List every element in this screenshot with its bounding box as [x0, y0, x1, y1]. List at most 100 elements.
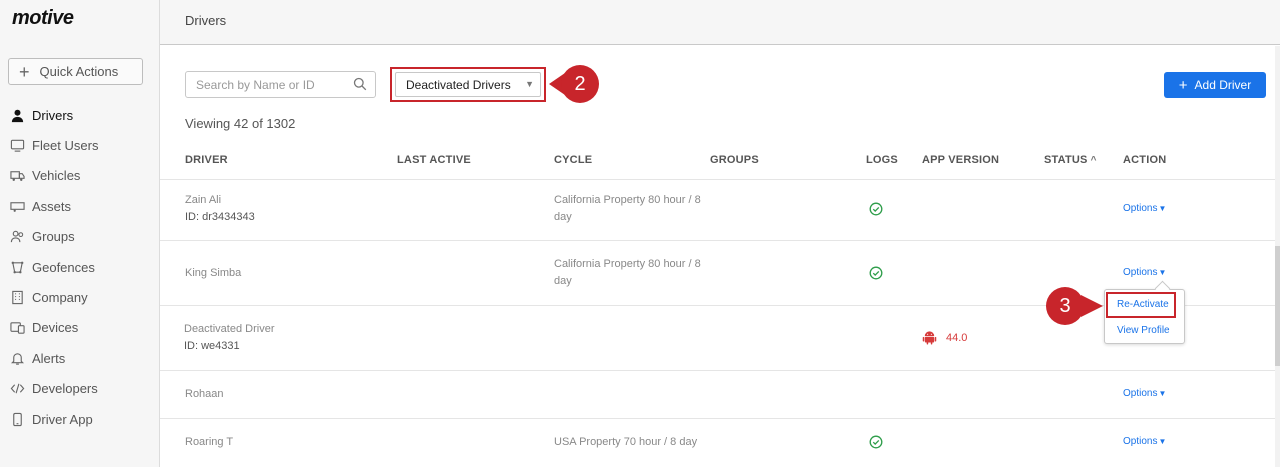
devices-icon	[9, 320, 25, 336]
cycle-cell: California Property 80 hour / 8 day	[554, 192, 701, 226]
options-dropdown-button[interactable]: Options▼	[1123, 436, 1166, 447]
driver-name[interactable]: Deactivated Driver	[184, 321, 274, 338]
motive-logo[interactable]: motive	[12, 7, 74, 30]
driver-cell: Roaring T	[185, 434, 233, 451]
column-header-cycle[interactable]: CYCLE	[554, 154, 592, 166]
options-dropdown-button[interactable]: Options▼	[1123, 203, 1166, 214]
page-header: Drivers	[160, 0, 1280, 45]
driver-cell: Rohaan	[185, 386, 224, 403]
sidebar-item-label: Driver App	[32, 411, 93, 427]
column-header-last-active[interactable]: LAST ACTIVE	[397, 154, 471, 166]
column-header-status-label: STATUS	[1044, 154, 1088, 166]
trailer-icon	[9, 198, 25, 214]
callout-step-3: 3	[1046, 287, 1108, 325]
caret-down-icon: ▼	[1158, 204, 1167, 213]
column-header-app-version[interactable]: APP VERSION	[922, 154, 999, 166]
driver-status-select-value: Deactivated Drivers	[406, 78, 511, 92]
table-row[interactable]: Roaring T USA Property 70 hour / 8 day O…	[160, 419, 1275, 467]
sidebar-item-company[interactable]: Company	[0, 282, 159, 312]
caret-down-icon: ▼	[1158, 268, 1167, 277]
code-icon	[9, 381, 25, 397]
sidebar-item-label: Vehicles	[32, 168, 81, 184]
table-row[interactable]: Zain Ali ID: dr3434343 California Proper…	[160, 180, 1275, 241]
callout-pointer	[1081, 295, 1103, 317]
sidebar-item-driver-app[interactable]: Driver App	[0, 404, 159, 434]
filter-highlight-box: Deactivated Drivers ▼	[390, 67, 546, 102]
reactivate-highlight-box	[1106, 292, 1176, 318]
caret-down-icon: ▼	[1158, 389, 1167, 398]
scrollbar[interactable]	[1275, 46, 1280, 467]
logs-ok-check-icon	[869, 435, 883, 449]
callout-step-2: 2	[549, 65, 607, 103]
column-header-logs[interactable]: LOGS	[866, 154, 898, 166]
sidebar-item-drivers[interactable]: Drivers	[0, 100, 159, 130]
sidebar-item-groups[interactable]: Groups	[0, 222, 159, 252]
driver-name[interactable]: Zain Ali	[185, 192, 255, 209]
column-header-driver[interactable]: DRIVER	[185, 154, 228, 166]
sidebar-item-alerts[interactable]: Alerts	[0, 343, 159, 373]
sidebar-item-label: Company	[32, 290, 88, 306]
sidebar-item-label: Fleet Users	[32, 138, 99, 154]
sidebar-item-developers[interactable]: Developers	[0, 374, 159, 404]
quick-actions-button[interactable]: + Quick Actions	[8, 58, 143, 85]
plus-icon: +	[19, 61, 30, 82]
column-header-action: ACTION	[1123, 154, 1167, 166]
page-title: Drivers	[185, 13, 227, 28]
cycle-cell: USA Property 70 hour / 8 day	[554, 434, 697, 451]
android-icon	[922, 331, 937, 345]
sidebar-item-label: Groups	[32, 229, 75, 245]
column-header-status[interactable]: STATUS ^	[1044, 154, 1097, 166]
driver-name[interactable]: Rohaan	[185, 386, 224, 403]
driver-cell: Zain Ali ID: dr3434343	[185, 192, 255, 226]
caret-down-icon: ▼	[525, 79, 534, 89]
options-dropdown-button[interactable]: Options▼	[1123, 388, 1166, 399]
cycle-line-2: day	[554, 211, 572, 223]
driver-id: ID: we4331	[184, 340, 240, 352]
table-row[interactable]: Rohaan Options▼	[160, 371, 1275, 419]
viewing-count: Viewing 42 of 1302	[185, 116, 296, 131]
add-driver-button[interactable]: + Add Driver	[1164, 72, 1266, 98]
view-profile-menu-item[interactable]: View Profile	[1117, 325, 1170, 336]
options-label: Options	[1123, 267, 1158, 278]
groups-icon	[9, 229, 25, 245]
sidebar-item-geofences[interactable]: Geofences	[0, 252, 159, 282]
sidebar-item-label: Geofences	[32, 259, 95, 275]
options-label: Options	[1123, 203, 1158, 214]
scrollbar-thumb[interactable]	[1275, 246, 1280, 366]
cycle-line-1: USA Property 70 hour / 8 day	[554, 436, 698, 448]
cycle-line-1: California Property 80 hour / 8	[554, 194, 701, 206]
phone-icon	[9, 411, 25, 427]
cycle-cell: California Property 80 hour / 8 day	[554, 256, 701, 290]
drivers-table: Zain Ali ID: dr3434343 California Proper…	[160, 179, 1275, 467]
sidebar-item-fleet-users[interactable]: Fleet Users	[0, 130, 159, 160]
sidebar-nav: Drivers Fleet Users Vehicles Assets Grou…	[0, 100, 159, 434]
callout-number: 2	[561, 65, 599, 103]
logs-ok-check-icon	[869, 202, 883, 216]
truck-icon	[9, 168, 25, 184]
plus-icon: +	[1178, 76, 1188, 94]
bell-icon	[9, 350, 25, 366]
driver-name[interactable]: Roaring T	[185, 434, 233, 451]
search-input[interactable]	[186, 72, 346, 97]
sidebar-item-assets[interactable]: Assets	[0, 191, 159, 221]
driver-cell: Deactivated Driver ID: we4331	[184, 321, 274, 355]
sidebar-item-devices[interactable]: Devices	[0, 313, 159, 343]
building-icon	[9, 290, 25, 306]
driver-id: ID: dr3434343	[185, 211, 255, 223]
driver-name[interactable]: King Simba	[185, 265, 241, 282]
geofence-icon	[9, 259, 25, 275]
caret-down-icon: ▼	[1158, 437, 1167, 446]
driver-status-select[interactable]: Deactivated Drivers ▼	[395, 72, 541, 97]
sidebar-item-vehicles[interactable]: Vehicles	[0, 161, 159, 191]
search-icon[interactable]	[353, 77, 367, 94]
callout-number: 3	[1046, 287, 1084, 325]
column-header-groups[interactable]: GROUPS	[710, 154, 759, 166]
options-dropdown-button[interactable]: Options▼	[1123, 267, 1166, 278]
quick-actions-label: Quick Actions	[39, 64, 119, 79]
sort-ascending-icon[interactable]: ^	[1091, 155, 1097, 166]
sidebar-item-label: Drivers	[32, 107, 74, 123]
options-label: Options	[1123, 388, 1158, 399]
monitor-icon	[9, 138, 25, 154]
sidebar: motive + Quick Actions Drivers Fleet Use…	[0, 0, 160, 467]
person-icon	[9, 107, 25, 123]
